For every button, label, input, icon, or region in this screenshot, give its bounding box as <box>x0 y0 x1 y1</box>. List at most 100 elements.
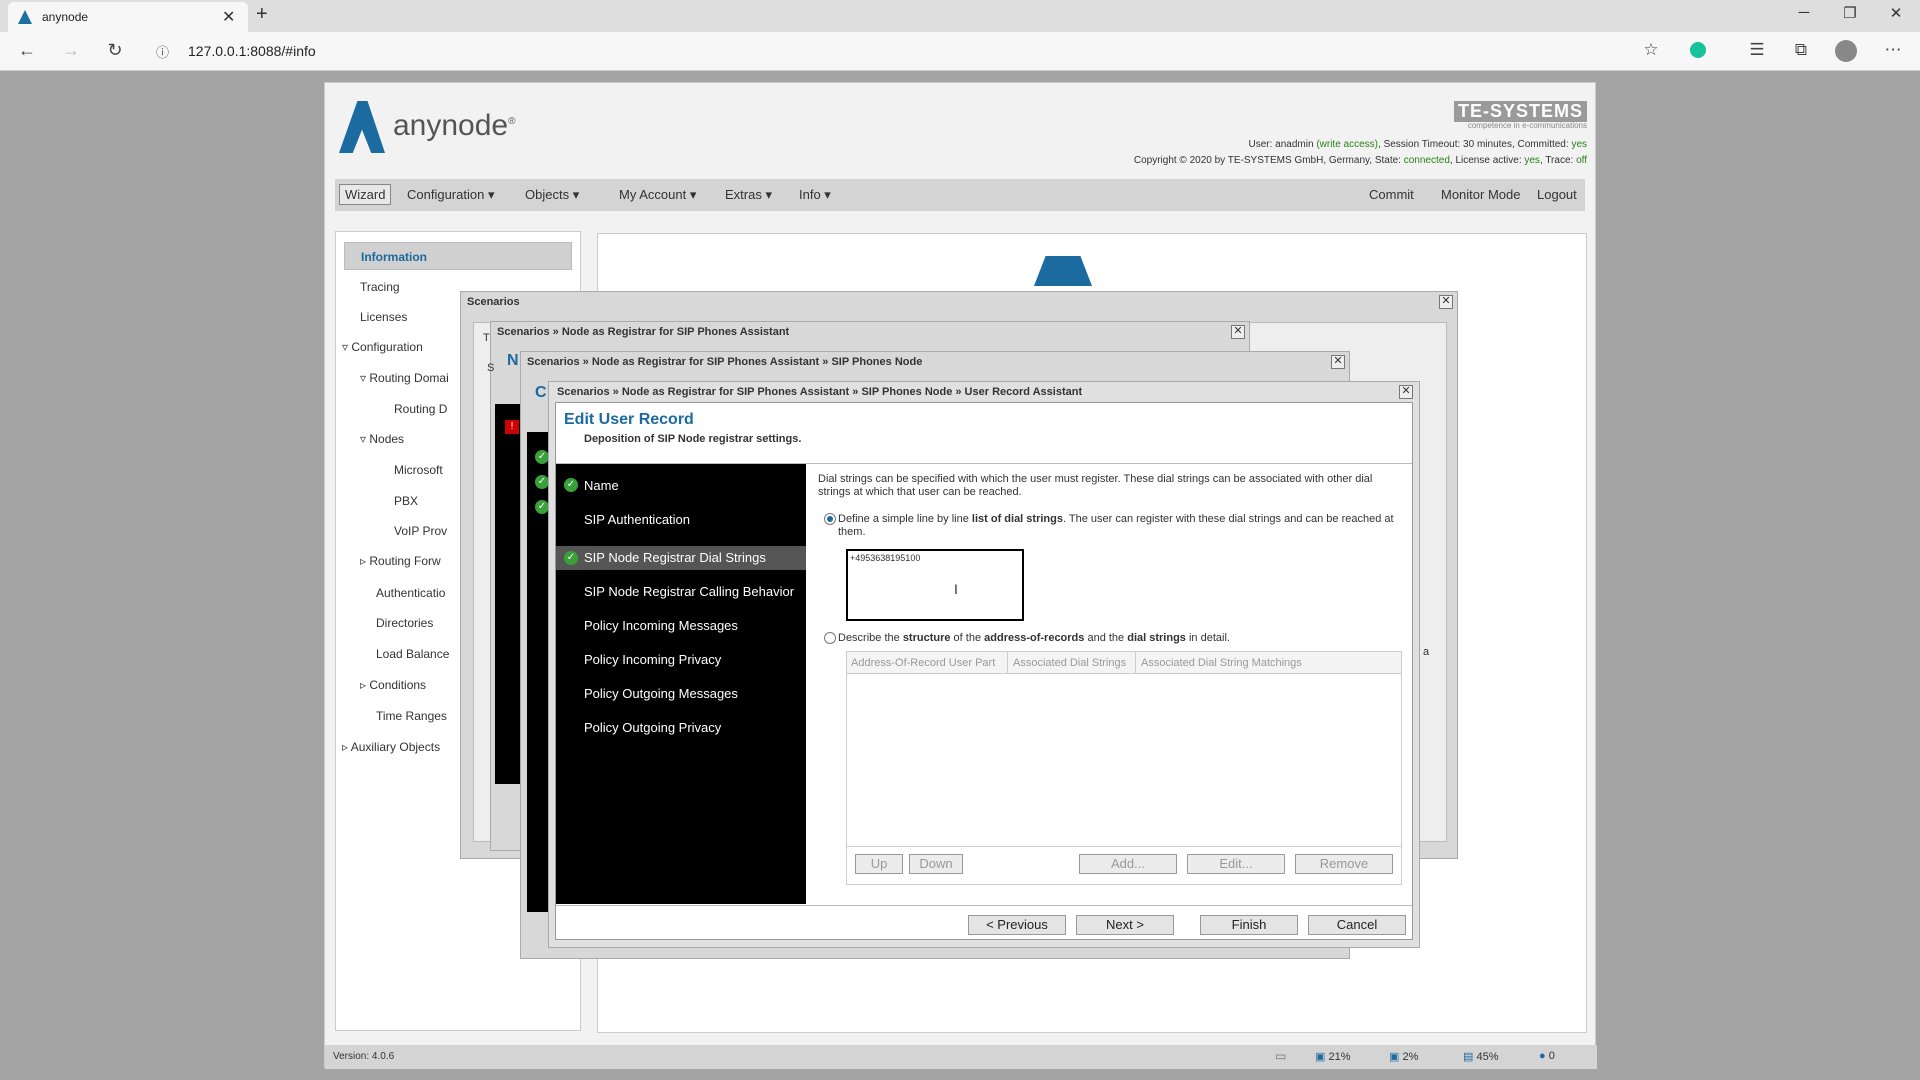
next-button[interactable]: Next > <box>1076 915 1174 935</box>
wizard-button[interactable]: Wizard <box>339 184 392 205</box>
step-calling-behavior[interactable]: SIP Node Registrar Calling Behavior <box>584 584 794 599</box>
disk-icon: ▣ <box>1389 1051 1400 1063</box>
address-bar: ← → ↻ ⓘ 127.0.0.1:8088/#info ☆ ☰ ⧉ ⋯ <box>0 32 1920 71</box>
new-tab-icon[interactable]: + <box>256 3 268 26</box>
step-sip-authentication[interactable]: SIP Authentication <box>584 512 690 527</box>
remove-button[interactable]: Remove <box>1295 854 1393 874</box>
url-field[interactable]: 127.0.0.1:8088/#info <box>188 43 316 59</box>
step-policy-incoming-messages[interactable]: Policy Incoming Messages <box>584 618 738 633</box>
close-icon[interactable]: ✕ <box>1439 295 1453 309</box>
menu-objects[interactable]: Objects ▾ <box>525 187 579 203</box>
menu-extras[interactable]: Extras ▾ <box>725 187 772 203</box>
behind-text-t: T <box>483 332 490 344</box>
close-icon[interactable]: ✕ <box>1399 385 1413 399</box>
step-policy-incoming-privacy[interactable]: Policy Incoming Privacy <box>584 652 721 667</box>
status-bar: Version: 4.0.6 ▭ ▣ 21% ▣ 2% ▤ 45% ● 0 <box>325 1045 1597 1069</box>
step-policy-outgoing-privacy[interactable]: Policy Outgoing Privacy <box>584 720 721 735</box>
cancel-button[interactable]: Cancel <box>1308 915 1406 935</box>
sidebar-item-information[interactable]: Information <box>344 242 572 270</box>
sidebar-item-voip[interactable]: VoIP Prov <box>394 524 447 538</box>
up-button[interactable]: Up <box>855 854 903 874</box>
logout-link[interactable]: Logout <box>1537 187 1577 202</box>
memory-icon: ▤ <box>1463 1051 1474 1063</box>
sidebar-item-pbx[interactable]: PBX <box>394 494 418 508</box>
version-label: Version: 4.0.6 <box>333 1051 395 1062</box>
previous-button[interactable]: < Previous <box>968 915 1066 935</box>
dial-string-value: +4953638195100 <box>850 553 921 563</box>
sidebar-item-authentication[interactable]: Authenticatio <box>376 586 445 600</box>
menu-configuration[interactable]: Configuration ▾ <box>407 187 494 203</box>
user-record-assistant-dialog: Scenarios » Node as Registrar for SIP Ph… <box>548 381 1420 948</box>
sidebar-item-routing-d[interactable]: Routing D <box>394 402 447 416</box>
close-icon[interactable]: ✕ <box>1331 355 1345 369</box>
edit-button[interactable]: Edit... <box>1187 854 1285 874</box>
radio-dot <box>827 516 833 522</box>
minimize-icon[interactable]: ─ <box>1784 4 1824 21</box>
sidebar-item-directories[interactable]: Directories <box>376 616 433 630</box>
commit-link[interactable]: Commit <box>1369 187 1414 202</box>
finish-button[interactable]: Finish <box>1200 915 1298 935</box>
menu-info[interactable]: Info ▾ <box>799 187 831 203</box>
monitor-mode-link[interactable]: Monitor Mode <box>1441 187 1520 202</box>
table-header: Address-Of-Record User Part Associated D… <box>847 652 1401 674</box>
forward-icon[interactable]: → <box>56 40 86 61</box>
te-systems-logo: TE-SYSTEMS <box>1453 101 1587 122</box>
grammarly-icon[interactable] <box>1690 42 1706 58</box>
sidebar-item-licenses[interactable]: Licenses <box>360 310 407 324</box>
step-name[interactable]: Name <box>584 478 619 493</box>
structure-option-label: Describe the structure of the address-of… <box>838 632 1230 644</box>
structure-radio[interactable] <box>824 632 836 644</box>
add-button[interactable]: Add... <box>1079 854 1177 874</box>
sidebar-item-nodes[interactable]: ▿ Nodes <box>360 432 404 446</box>
step-dial-strings[interactable]: SIP Node Registrar Dial Strings <box>584 550 766 565</box>
dialog-title: Scenarios » Node as Registrar for SIP Ph… <box>497 326 790 338</box>
disk-indicator: ▣ 2% <box>1389 1051 1419 1063</box>
sidebar-item-microsoft[interactable]: Microsoft <box>394 463 443 477</box>
down-button[interactable]: Down <box>909 854 963 874</box>
collections-icon[interactable]: ⧉ <box>1786 40 1816 60</box>
profile-avatar[interactable] <box>1835 40 1857 62</box>
site-info-icon[interactable]: ⓘ <box>156 42 169 61</box>
close-window-icon[interactable]: ✕ <box>1876 4 1916 22</box>
column-divider <box>1135 652 1136 674</box>
close-tab-icon[interactable]: ✕ <box>222 7 235 27</box>
browser-tab[interactable]: anynode ✕ <box>8 2 248 32</box>
restore-icon[interactable]: ❐ <box>1830 4 1870 22</box>
sidebar-item-tracing[interactable]: Tracing <box>360 280 400 294</box>
browser-tab-bar: anynode ✕ + ─ ❐ ✕ <box>0 0 1920 32</box>
sidebar-item-conditions[interactable]: ▹ Conditions <box>360 678 426 692</box>
sidebar-item-time-ranges[interactable]: Time Ranges <box>376 709 447 723</box>
check-icon: ✓ <box>535 475 549 489</box>
dial-strings-textarea[interactable]: +4953638195100 I <box>846 549 1024 621</box>
list-radio[interactable] <box>824 513 836 525</box>
keyboard-icon: ▭ <box>1275 1049 1287 1063</box>
wizard-subtitle: Deposition of SIP Node registrar setting… <box>584 433 802 445</box>
sidebar-item-routing-forw[interactable]: ▹ Routing Forw <box>360 554 441 568</box>
behind-text-s: S <box>487 362 495 374</box>
memory-indicator: ▤ 45% <box>1463 1051 1499 1063</box>
divider <box>556 905 1412 906</box>
column-header[interactable]: Associated Dial Strings <box>1013 657 1126 669</box>
column-header[interactable]: Associated Dial String Matchings <box>1141 657 1302 669</box>
sidebar-item-routing-domains[interactable]: ▿ Routing Domai <box>360 371 449 385</box>
sidebar-item-auxiliary[interactable]: ▹ Auxiliary Objects <box>342 740 440 754</box>
records-table: Address-Of-Record User Part Associated D… <box>846 651 1402 885</box>
more-icon[interactable]: ⋯ <box>1878 40 1908 60</box>
favorites-icon[interactable]: ☰ <box>1742 40 1772 60</box>
text-cursor-icon: I <box>954 581 958 597</box>
anynode-logo-icon <box>339 101 385 153</box>
tab-title: anynode <box>42 10 89 24</box>
column-header[interactable]: Address-Of-Record User Part <box>851 657 995 669</box>
anynode-logo-large-icon <box>1034 256 1092 286</box>
close-icon[interactable]: ✕ <box>1231 325 1245 339</box>
favorite-star-icon[interactable]: ☆ <box>1636 40 1666 60</box>
menu-my-account[interactable]: My Account ▾ <box>619 187 696 203</box>
behind-text-n: N <box>507 352 519 369</box>
divider <box>847 846 1401 847</box>
sidebar-item-load-balance[interactable]: Load Balance <box>376 647 449 661</box>
step-policy-outgoing-messages[interactable]: Policy Outgoing Messages <box>584 686 738 701</box>
sidebar-item-configuration[interactable]: ▿ Configuration <box>342 340 423 354</box>
reload-icon[interactable]: ↻ <box>100 40 130 61</box>
wizard-steps: ✓ Name SIP Authentication ✓ SIP Node Reg… <box>556 464 806 904</box>
back-icon[interactable]: ← <box>12 40 42 61</box>
